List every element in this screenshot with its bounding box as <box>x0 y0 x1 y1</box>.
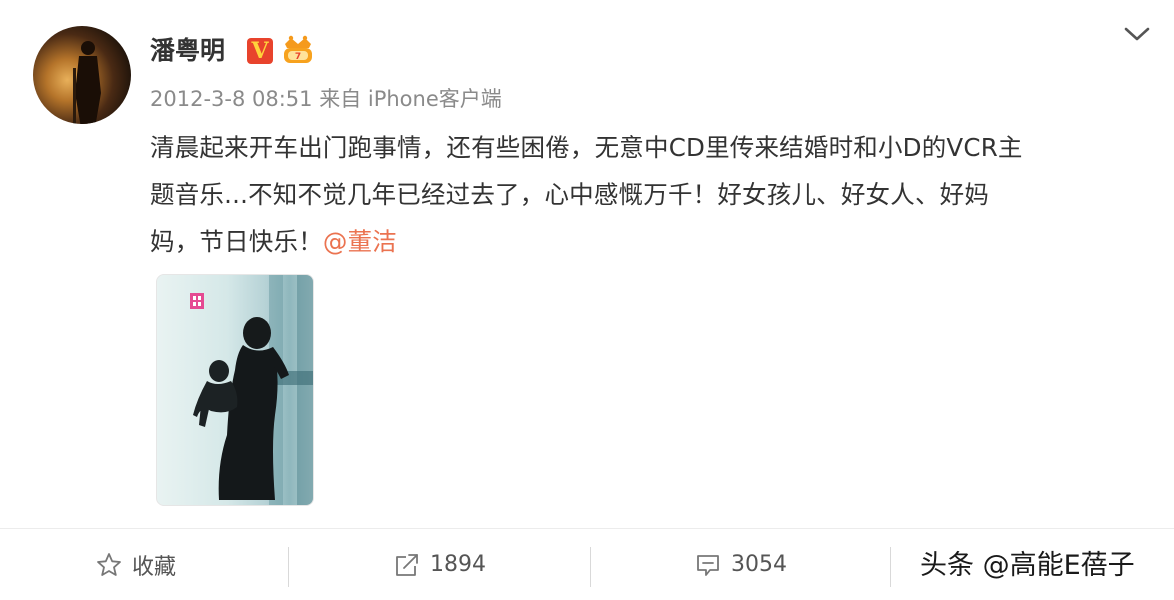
share-arrow-icon <box>396 553 418 576</box>
post-content-line: 妈，节日快乐！@董洁 <box>150 218 1150 265</box>
star-outline-icon <box>97 552 121 576</box>
action-separator <box>288 547 289 587</box>
author-name[interactable]: 潘粤明 <box>150 34 225 68</box>
svg-text:7: 7 <box>295 52 301 62</box>
user-avatar[interactable] <box>33 26 131 124</box>
comment-bubble-icon <box>697 554 719 576</box>
post-timestamp[interactable]: 2012-3-8 08:51 <box>150 87 313 111</box>
post-content-line: 题音乐...不知不觉几年已经过去了，心中感慨万千！好女孩儿、好女人、好妈 <box>150 180 990 209</box>
repost-count: 1894 <box>430 552 486 577</box>
comment-button[interactable]: 3054 <box>695 529 787 600</box>
action-separator <box>590 547 591 587</box>
repost-button[interactable]: 1894 <box>394 529 486 600</box>
action-separator <box>890 547 891 587</box>
watermark-text: 头条 @高能E蓓子 <box>920 550 1135 581</box>
comment-count: 3054 <box>731 552 787 577</box>
mother-baby-silhouette-image <box>190 275 313 505</box>
mention-link[interactable]: @董洁 <box>323 227 397 256</box>
member-crown-icon: 7 <box>284 35 312 63</box>
avatar-silhouette <box>73 41 101 124</box>
favorite-label: 收藏 <box>132 554 177 580</box>
post-source[interactable]: 来自 iPhone客户端 <box>319 87 502 111</box>
chevron-down-icon[interactable] <box>1122 22 1152 46</box>
verified-v-icon: V <box>247 38 273 64</box>
post-image[interactable] <box>156 274 314 506</box>
post-content: 清晨起来开车出门跑事情，还有些困倦，无意中CD里传来结婚时和小D的VCR主 题音… <box>150 124 1150 265</box>
weibo-post-card: 潘粤明 V 7 2012-3-8 08:51 来自 iPhone客户端 清晨起来… <box>0 0 1174 600</box>
post-content-line-text: 妈，节日快乐！ <box>150 227 323 256</box>
post-content-line: 清晨起来开车出门跑事情，还有些困倦，无意中CD里传来结婚时和小D的VCR主 <box>150 133 1023 162</box>
favorite-button[interactable]: 收藏 <box>96 529 176 600</box>
post-meta: 2012-3-8 08:51 来自 iPhone客户端 <box>150 85 502 113</box>
